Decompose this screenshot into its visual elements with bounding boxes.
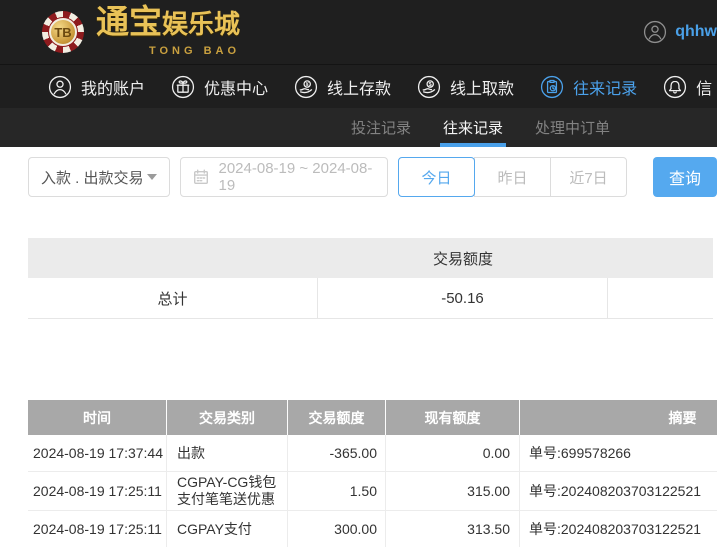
cell-summary: 单号:202408203703122521 bbox=[529, 520, 702, 537]
chevron-down-icon bbox=[147, 174, 158, 180]
cell-type: CGPAY-CG钱包支付笔笔送优惠 bbox=[167, 472, 288, 510]
table-row: 2024-08-19 17:25:11 CGPAY-CG钱包支付笔笔送优惠 1.… bbox=[28, 472, 717, 511]
last7days-button[interactable]: 近7日 bbox=[550, 157, 627, 197]
logo-subtitle: TONG BAO bbox=[148, 45, 241, 57]
nav-item-withdraw[interactable]: $ 线上取款 bbox=[417, 75, 514, 99]
gift-icon bbox=[171, 75, 195, 99]
cell-time: 2024-08-19 17:37:44 bbox=[28, 435, 167, 471]
nav-label: 线上存款 bbox=[327, 80, 392, 98]
nav-label: 优惠中心 bbox=[204, 80, 269, 98]
cell-type: 出款 bbox=[167, 435, 288, 471]
top-bar: TB 通宝娱乐城 TONG BAO qhhw bbox=[0, 0, 717, 64]
summary-total-row: 总计 -50.16 bbox=[28, 278, 713, 319]
summary-header-row: 交易额度 bbox=[28, 238, 713, 278]
transaction-records-page: TB 通宝娱乐城 TONG BAO qhhw 我的账户 优惠中心 ¥ 线上存款 … bbox=[0, 0, 717, 547]
summary-header-amount: 交易额度 bbox=[432, 250, 493, 268]
summary-table: 交易额度 总计 -50.16 bbox=[28, 238, 713, 319]
yesterday-button[interactable]: 昨日 bbox=[474, 157, 551, 197]
nav-label: 信 bbox=[696, 80, 713, 98]
nav-label: 我的账户 bbox=[81, 80, 146, 98]
main-nav: 我的账户 优惠中心 ¥ 线上存款 $ 线上取款 往来记录 信 bbox=[0, 64, 717, 108]
bell-icon bbox=[663, 75, 687, 99]
nav-item-records[interactable]: 往来记录 bbox=[540, 75, 637, 99]
search-button[interactable]: 查询 bbox=[653, 157, 717, 197]
records-table: 时间 交易类别 交易额度 现有额度 摘要 2024-08-19 17:37:44… bbox=[28, 400, 717, 547]
user-icon bbox=[48, 75, 72, 99]
cell-type: CGPAY支付 bbox=[167, 511, 288, 547]
table-header-row: 时间 交易类别 交易额度 现有额度 摘要 bbox=[28, 400, 717, 435]
today-button[interactable]: 今日 bbox=[398, 157, 475, 197]
col-summary: 摘要 bbox=[668, 409, 697, 426]
casino-chip-icon: TB bbox=[42, 11, 84, 53]
deposit-icon: ¥ bbox=[294, 75, 318, 99]
cell-balance: 315.00 bbox=[386, 472, 520, 510]
select-value: 入款 . 出款交易 bbox=[41, 169, 144, 187]
col-time: 时间 bbox=[28, 400, 167, 435]
tab-transaction-records[interactable]: 往来记录 bbox=[440, 108, 507, 147]
summary-total-label: 总计 bbox=[28, 278, 318, 318]
date-range-value: 2024-08-19 ~ 2024-08-19 bbox=[218, 160, 373, 194]
table-row: 2024-08-19 17:37:44 出款 -365.00 0.00 单号:6… bbox=[28, 435, 717, 472]
date-range-input[interactable]: 2024-08-19 ~ 2024-08-19 bbox=[180, 157, 388, 197]
cell-balance: 313.50 bbox=[386, 511, 520, 547]
svg-text:$: $ bbox=[429, 82, 432, 88]
cell-amount: 1.50 bbox=[288, 472, 386, 510]
logo-title: 通宝娱乐城 bbox=[96, 3, 241, 40]
logo-text: 通宝娱乐城 TONG BAO bbox=[96, 3, 241, 57]
table-row: 2024-08-19 17:25:11 CGPAY支付 300.00 313.5… bbox=[28, 511, 717, 547]
nav-item-messages[interactable]: 信 bbox=[663, 75, 712, 99]
cell-balance: 0.00 bbox=[386, 435, 520, 471]
nav-item-my-account[interactable]: 我的账户 bbox=[48, 75, 145, 99]
sub-nav: 投注记录 往来记录 处理中订单 bbox=[0, 108, 717, 147]
calendar-icon bbox=[193, 169, 209, 185]
cell-summary: 单号:699578266 bbox=[529, 444, 631, 461]
col-amount: 交易额度 bbox=[288, 400, 386, 435]
col-balance: 现有额度 bbox=[386, 400, 520, 435]
cell-summary: 单号:202408203703122521 bbox=[529, 482, 702, 499]
cell-time: 2024-08-19 17:25:11 bbox=[28, 472, 167, 510]
col-type: 交易类别 bbox=[167, 400, 288, 435]
cell-time: 2024-08-19 17:25:11 bbox=[28, 511, 167, 547]
summary-total-empty bbox=[608, 278, 713, 318]
user-menu[interactable]: qhhw bbox=[643, 20, 717, 44]
summary-header-empty2 bbox=[608, 238, 713, 278]
nav-label: 往来记录 bbox=[573, 80, 638, 98]
nav-label: 线上取款 bbox=[450, 80, 515, 98]
cell-amount: -365.00 bbox=[288, 435, 386, 471]
filter-bar: 入款 . 出款交易 2024-08-19 ~ 2024-08-19 今日 昨日 … bbox=[0, 157, 717, 197]
quick-date-group: 今日 昨日 近7日 bbox=[398, 157, 627, 197]
summary-header-empty bbox=[28, 238, 318, 278]
site-logo[interactable]: TB 通宝娱乐城 TONG BAO bbox=[42, 3, 241, 57]
tab-processing-orders[interactable]: 处理中订单 bbox=[532, 108, 613, 147]
tab-betting-records[interactable]: 投注记录 bbox=[348, 108, 414, 147]
username: qhhw bbox=[675, 23, 717, 40]
summary-total-value: -50.16 bbox=[318, 278, 608, 318]
nav-item-deposit[interactable]: ¥ 线上存款 bbox=[294, 75, 391, 99]
nav-item-promotions[interactable]: 优惠中心 bbox=[171, 75, 268, 99]
transaction-type-select[interactable]: 入款 . 出款交易 bbox=[28, 157, 171, 197]
chip-monogram: TB bbox=[51, 20, 75, 44]
records-icon bbox=[540, 75, 564, 99]
avatar-icon bbox=[643, 20, 667, 44]
withdraw-icon: $ bbox=[417, 75, 441, 99]
cell-amount: 300.00 bbox=[288, 511, 386, 547]
